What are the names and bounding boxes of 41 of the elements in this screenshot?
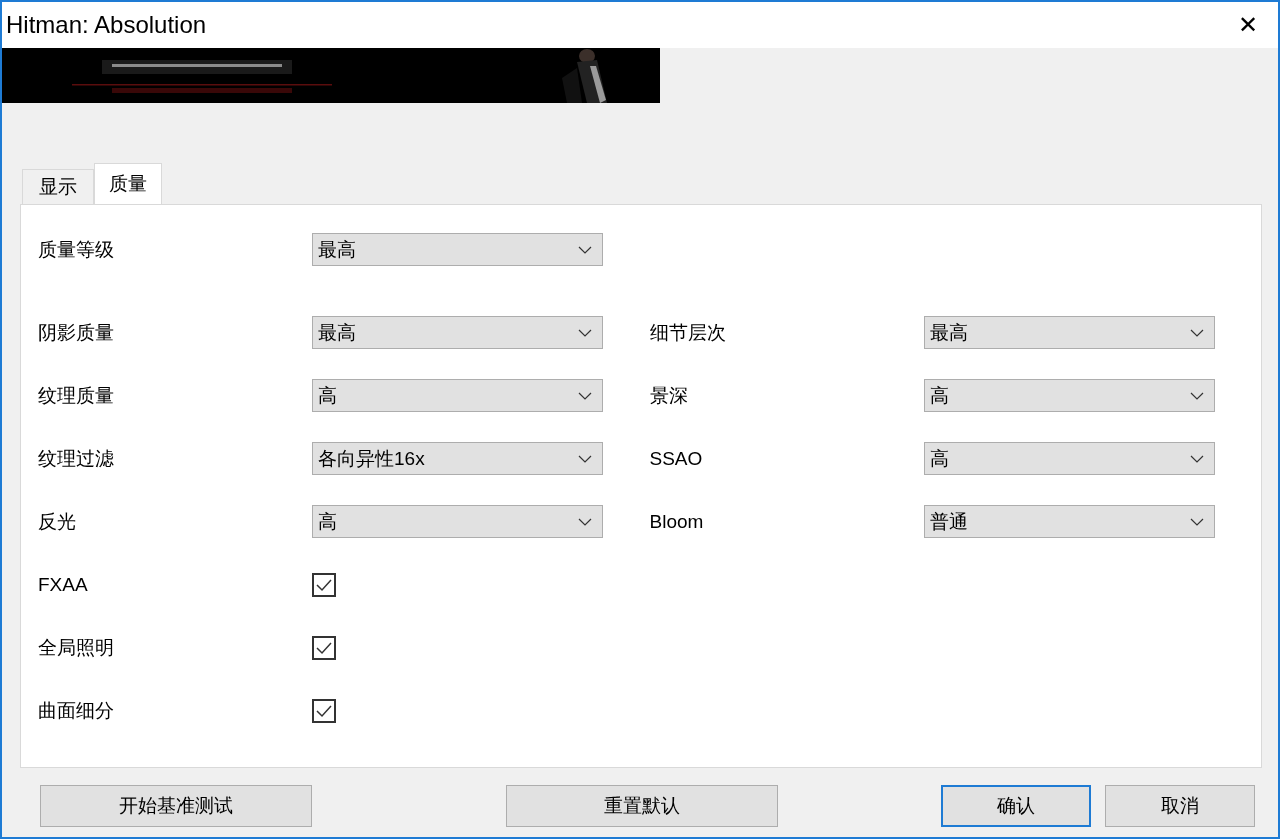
- chevron-icon: [578, 391, 592, 400]
- dropdown[interactable]: 最高: [312, 316, 603, 349]
- checkbox[interactable]: [312, 635, 336, 660]
- dialog-button[interactable]: 重置默认: [506, 785, 778, 827]
- checkbox[interactable]: [312, 698, 336, 723]
- dropdown[interactable]: 高: [312, 379, 603, 412]
- chevron-icon: [1189, 328, 1204, 337]
- dropdown[interactable]: 高: [312, 505, 603, 538]
- tab[interactable]: 质量: [94, 163, 162, 204]
- setting-label: 反光: [38, 509, 77, 534]
- setting-label: 纹理过滤: [38, 446, 115, 471]
- chevron-icon: [578, 328, 592, 337]
- dialog-button[interactable]: 开始基准测试: [40, 785, 312, 827]
- setting-label: 质量等级: [38, 237, 115, 262]
- setting-label: 纹理质量: [38, 383, 115, 408]
- chevron-icon: [578, 245, 592, 254]
- chevron-icon: [1189, 454, 1204, 463]
- setting-label: Bloom: [649, 510, 705, 533]
- chevron-icon: [1189, 391, 1204, 400]
- chevron-icon: [578, 454, 592, 463]
- dialog-button[interactable]: 确认: [941, 785, 1091, 827]
- window-title: Hitman: Absolution: [5, 11, 207, 39]
- close-button[interactable]: ✕: [1228, 5, 1268, 45]
- dropdown[interactable]: 普通: [923, 505, 1215, 538]
- setting-label: 细节层次: [649, 320, 727, 345]
- setting-label: FXAA: [38, 573, 89, 596]
- setting-label: 全局照明: [38, 635, 115, 660]
- dropdown[interactable]: 最高: [923, 316, 1215, 349]
- chevron-icon: [578, 517, 592, 526]
- chevron-icon: [1189, 517, 1204, 526]
- setting-label: SSAO: [649, 447, 704, 470]
- setting-label: 阴影质量: [38, 320, 115, 345]
- tab[interactable]: 显示: [22, 169, 94, 204]
- checkbox[interactable]: [312, 572, 336, 597]
- dropdown[interactable]: 高: [923, 442, 1215, 475]
- setting-label: 景深: [649, 383, 689, 408]
- dropdown[interactable]: 各向异性16x: [312, 442, 603, 475]
- dropdown[interactable]: 最高: [312, 233, 603, 266]
- dropdown[interactable]: 高: [923, 379, 1215, 412]
- setting-label: 曲面细分: [38, 698, 115, 723]
- dialog-button[interactable]: 取消: [1105, 785, 1255, 827]
